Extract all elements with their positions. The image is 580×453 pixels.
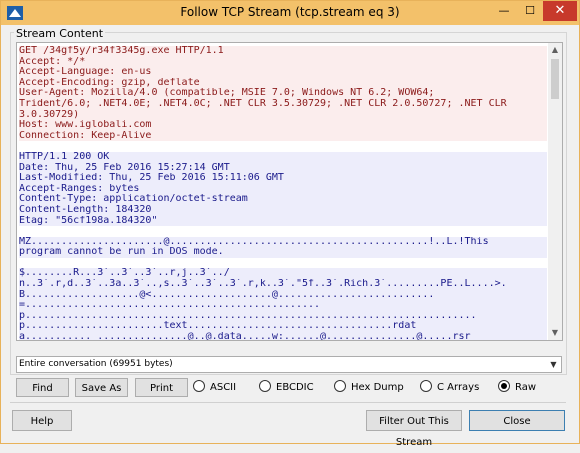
close-window-button[interactable]: ✕ [543,1,577,21]
server-response-line: Content-Length: 184320 [19,204,547,216]
stream-content-label: Stream Content [14,27,106,40]
server-response-line: Last-Modified: Thu, 25 Feb 2016 15:11:06… [19,173,547,184]
scroll-up-icon[interactable]: ▲ [548,43,562,57]
format-hexdump-radio[interactable]: Hex Dump [334,380,404,395]
scroll-down-icon[interactable]: ▼ [548,326,562,340]
server-response-line: B...................@<..................… [19,289,547,301]
server-response-line: Etag: "56cf198a.184320" [19,215,547,227]
server-response-line: $........R...3`..3`..3`..r,j..3`../ [19,268,547,280]
blank-line [19,226,547,237]
close-button[interactable]: Close [469,410,565,431]
server-response-line: =.......................................… [19,300,547,311]
radio-ebcdic-label: EBCDIC [276,382,314,393]
maximize-button[interactable]: ☐ [517,1,543,21]
radio-raw-circle [498,380,510,392]
client-request-line: Connection: Keep-Alive [19,130,547,142]
client-request-line: Host: www.iglobali.com [19,120,547,131]
client-request-line: Accept: */* [19,56,547,68]
conversation-select-value: Entire conversation (69951 bytes) [19,359,173,369]
server-response-line: HTTP/1.1 200 OK [19,151,547,163]
server-response-line: program cannot be run in DOS mode. [19,247,547,258]
save-as-button[interactable]: Save As [75,378,128,397]
separator [10,402,566,403]
radio-ebcdic-circle [259,380,271,392]
server-response-line: a........... ...............@..@.data...… [19,332,547,340]
chevron-down-icon[interactable]: ▼ [546,357,561,372]
blank-line [19,257,547,269]
radio-carrays-circle [420,380,432,392]
client-request-line: GET /34gf5y/r34f3345g.exe HTTP/1.1 [19,46,547,57]
stream-text-lines: GET /34gf5y/r34f3345g.exe HTTP/1.1 Accept… [19,46,547,340]
title-bar[interactable]: Follow TCP Stream (tcp.stream eq 3) — ☐ … [1,1,579,25]
server-response-line: Content-Type: application/octet-stream [19,194,547,205]
format-ebcdic-radio[interactable]: EBCDIC [259,380,314,395]
help-button[interactable]: Help [12,410,72,431]
radio-carrays-label: C Arrays [437,382,480,393]
client-request-line: User-Agent: Mozilla/4.0 (compatible; MSI… [19,88,547,99]
radio-hexdump-label: Hex Dump [351,382,404,393]
server-response-line: p.......................................… [19,310,547,322]
find-button[interactable]: Find [16,378,69,397]
blank-line [19,141,547,152]
scrollbar-thumb[interactable] [551,59,559,99]
minimize-button[interactable]: — [491,1,517,21]
server-response-line: n..3`.r,d..3`..3a..3`..,s..3`..3`..3`.r,… [19,279,547,290]
conversation-select[interactable]: Entire conversation (69951 bytes) ▼ [16,356,562,373]
server-response-line: Date: Thu, 25 Feb 2016 15:27:14 GMT [19,162,547,174]
print-button[interactable]: Print [135,378,188,397]
server-response-line: MZ......................@...............… [19,236,547,248]
client-request-line: Trident/6.0; .NET4.0E; .NET4.0C; .NET CL… [19,98,547,110]
stream-text-area[interactable]: GET /34gf5y/r34f3345g.exe HTTP/1.1 Accept… [16,42,563,341]
format-carrays-radio[interactable]: C Arrays [420,380,480,395]
server-response-line: p.......................text............… [19,321,547,333]
client-request-line: Accept-Encoding: gzip, deflate [19,77,547,89]
filter-out-stream-button[interactable]: Filter Out This Stream [366,410,462,448]
vertical-scrollbar[interactable]: ▲ ▼ [548,43,562,340]
client-request-line: 3.0.30729) [19,109,547,121]
radio-ascii-circle [193,380,205,392]
radio-hexdump-circle [334,380,346,392]
client-request-line: Accept-Language: en-us [19,67,547,78]
server-response-line: Accept-Ranges: bytes [19,183,547,195]
radio-raw-label: Raw [515,382,537,393]
format-raw-radio[interactable]: Raw [498,380,537,395]
radio-ascii-label: ASCII [210,382,237,393]
format-ascii-radio[interactable]: ASCII [193,380,237,395]
